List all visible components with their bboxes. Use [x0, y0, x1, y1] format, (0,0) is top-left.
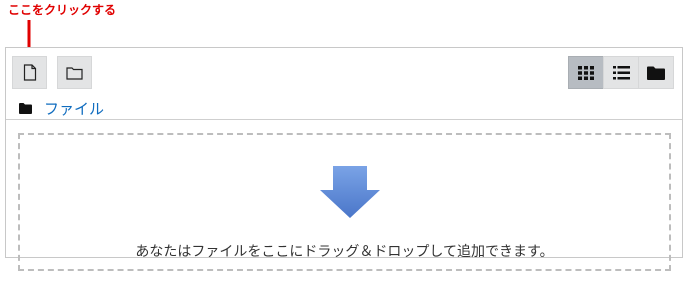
file-picker-toolbar: [6, 48, 682, 93]
list-icon: [612, 65, 630, 79]
folder-tree-icon: [647, 66, 665, 80]
folder-icon: [66, 66, 83, 80]
folder-icon: [19, 102, 32, 114]
view-icons-button[interactable]: [568, 56, 604, 89]
view-switcher: [568, 56, 674, 89]
view-list-button[interactable]: [603, 56, 639, 89]
breadcrumb: ファイル: [19, 98, 104, 118]
grid-icon: [578, 65, 594, 80]
view-tree-button[interactable]: [638, 56, 674, 89]
file-icon: [23, 64, 36, 81]
down-arrow-icon: [320, 166, 380, 218]
file-picker-widget: ファイル あなたはファイルをここにドラッグ＆ドロップして追加できます。: [5, 47, 683, 271]
drop-instruction: あなたはファイルをここにドラッグ＆ドロップして追加できます。: [135, 244, 554, 260]
add-file-button[interactable]: [12, 56, 47, 89]
divider: [6, 119, 682, 120]
breadcrumb-files-link[interactable]: ファイル: [44, 98, 104, 119]
annotation-label: ここをクリックする: [8, 3, 117, 17]
file-drop-zone[interactable]: あなたはファイルをここにドラッグ＆ドロップして追加できます。: [18, 133, 671, 271]
create-folder-button[interactable]: [57, 56, 92, 89]
